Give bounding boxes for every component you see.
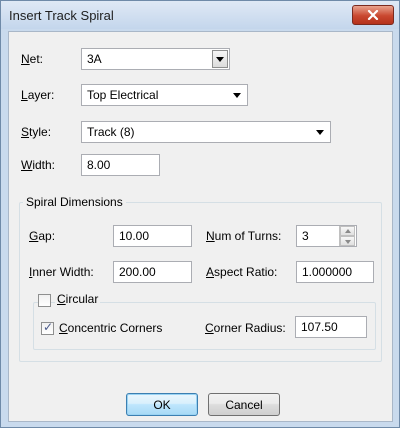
circular-checkbox[interactable] (38, 294, 51, 307)
aspect-ratio-label: Aspect Ratio: (206, 265, 278, 279)
chevron-down-icon (233, 93, 241, 98)
inner-width-input[interactable]: 200.00 (113, 261, 192, 283)
layer-value: Top Electrical (87, 88, 159, 102)
aspect-ratio-input[interactable]: 1.000000 (296, 261, 374, 283)
width-label: Width: (21, 158, 56, 172)
net-combobox[interactable]: 3A (81, 48, 230, 70)
spin-down-icon[interactable] (340, 236, 355, 246)
num-of-turns-spinner[interactable] (339, 226, 355, 246)
gap-label: Gap: (29, 229, 56, 243)
cancel-button[interactable]: Cancel (208, 393, 280, 416)
style-value: Track (8) (87, 125, 135, 139)
num-of-turns-label: Num of Turns: (206, 229, 282, 243)
ok-button[interactable]: OK (126, 393, 198, 416)
width-input[interactable]: 8.00 (81, 154, 160, 176)
style-label: Style: (21, 125, 52, 139)
chevron-down-icon (316, 130, 324, 135)
circular-label[interactable]: Circular (55, 292, 101, 306)
net-dropdown-button[interactable] (212, 50, 228, 68)
concentric-corners-checkbox[interactable] (41, 320, 54, 335)
corner-radius-input[interactable]: 107.50 (295, 316, 367, 338)
net-value: 3A (87, 52, 102, 66)
dialog-title: Insert Track Spiral (9, 8, 114, 23)
gap-input[interactable]: 10.00 (113, 225, 192, 247)
layer-select[interactable]: Top Electrical (81, 84, 248, 106)
dialog-client-area: Net: 3A Layer: Top Electrical Style: Tra… (8, 31, 393, 422)
style-select[interactable]: Track (8) (81, 121, 331, 143)
chevron-down-icon (216, 57, 224, 62)
close-button[interactable] (352, 5, 394, 25)
spin-up-icon[interactable] (340, 226, 355, 236)
num-of-turns-value: 3 (302, 229, 309, 243)
layer-label: Layer: (21, 88, 55, 102)
concentric-corners-label[interactable]: Concentric Corners (59, 321, 162, 335)
inner-width-label: Inner Width: (29, 265, 94, 279)
net-label: Net: (21, 52, 44, 66)
ok-button-label: OK (153, 397, 171, 412)
close-icon (367, 10, 379, 20)
cancel-button-label: Cancel (225, 397, 263, 412)
spiral-dimensions-title: Spiral Dimensions (23, 195, 126, 209)
corner-radius-label: Corner Radius: (205, 321, 286, 335)
dialog-window: Insert Track Spiral Net: 3A Layer: Top E… (0, 0, 400, 428)
title-bar[interactable]: Insert Track Spiral (1, 1, 399, 29)
